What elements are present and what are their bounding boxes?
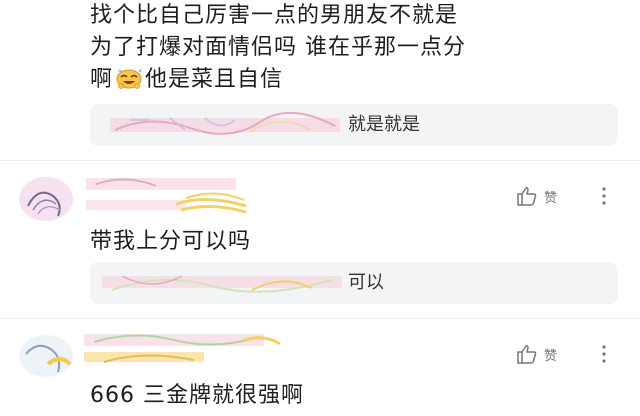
- vertical-dots-icon[interactable]: [601, 344, 607, 364]
- like-label: 赞: [544, 348, 558, 364]
- like-button[interactable]: 赞: [516, 186, 557, 206]
- comment-2-text: 带我上分可以吗: [90, 229, 252, 254]
- redacted-username-scribble: [86, 178, 247, 214]
- reply-1-text: 就是就是: [348, 114, 420, 135]
- comment-1-text: 找个比自己厉害一点的男朋友不就是 为了打爆对面情侣吗 谁在乎那一点分 啊 他是菜…: [90, 0, 466, 96]
- redacted-username-scribble: [84, 334, 281, 363]
- comment-1-line-3: 啊 他是菜且自信: [90, 64, 466, 96]
- comment-3-text: 666 三金牌就很强啊: [90, 383, 304, 408]
- divider: [0, 318, 640, 319]
- redacted-username-scribble: [110, 112, 340, 135]
- comment-1-line-2: 为了打爆对面情侣吗 谁在乎那一点分: [90, 35, 466, 60]
- avatar[interactable]: [18, 176, 74, 222]
- comment-1-line-3-text: 他是菜且自信: [145, 67, 284, 92]
- thumbs-up-icon: [517, 345, 537, 364]
- vertical-dots-icon[interactable]: [601, 186, 607, 206]
- reply-box-1[interactable]: 就是就是: [90, 104, 618, 146]
- comment-1-line-1: 找个比自己厉害一点的男朋友不就是: [90, 3, 459, 28]
- reply-2-text: 可以: [348, 272, 384, 293]
- like-label: 赞: [544, 190, 558, 206]
- laughing-sweat-emoji-icon: [115, 67, 143, 89]
- like-button[interactable]: 赞: [516, 344, 557, 364]
- reply-box-2[interactable]: 可以: [90, 262, 618, 304]
- divider: [0, 160, 640, 161]
- avatar[interactable]: [18, 334, 74, 378]
- comment-1-line-3-prefix: 啊: [90, 67, 114, 92]
- redacted-username-scribble: [102, 275, 342, 293]
- thumbs-up-icon: [517, 187, 537, 206]
